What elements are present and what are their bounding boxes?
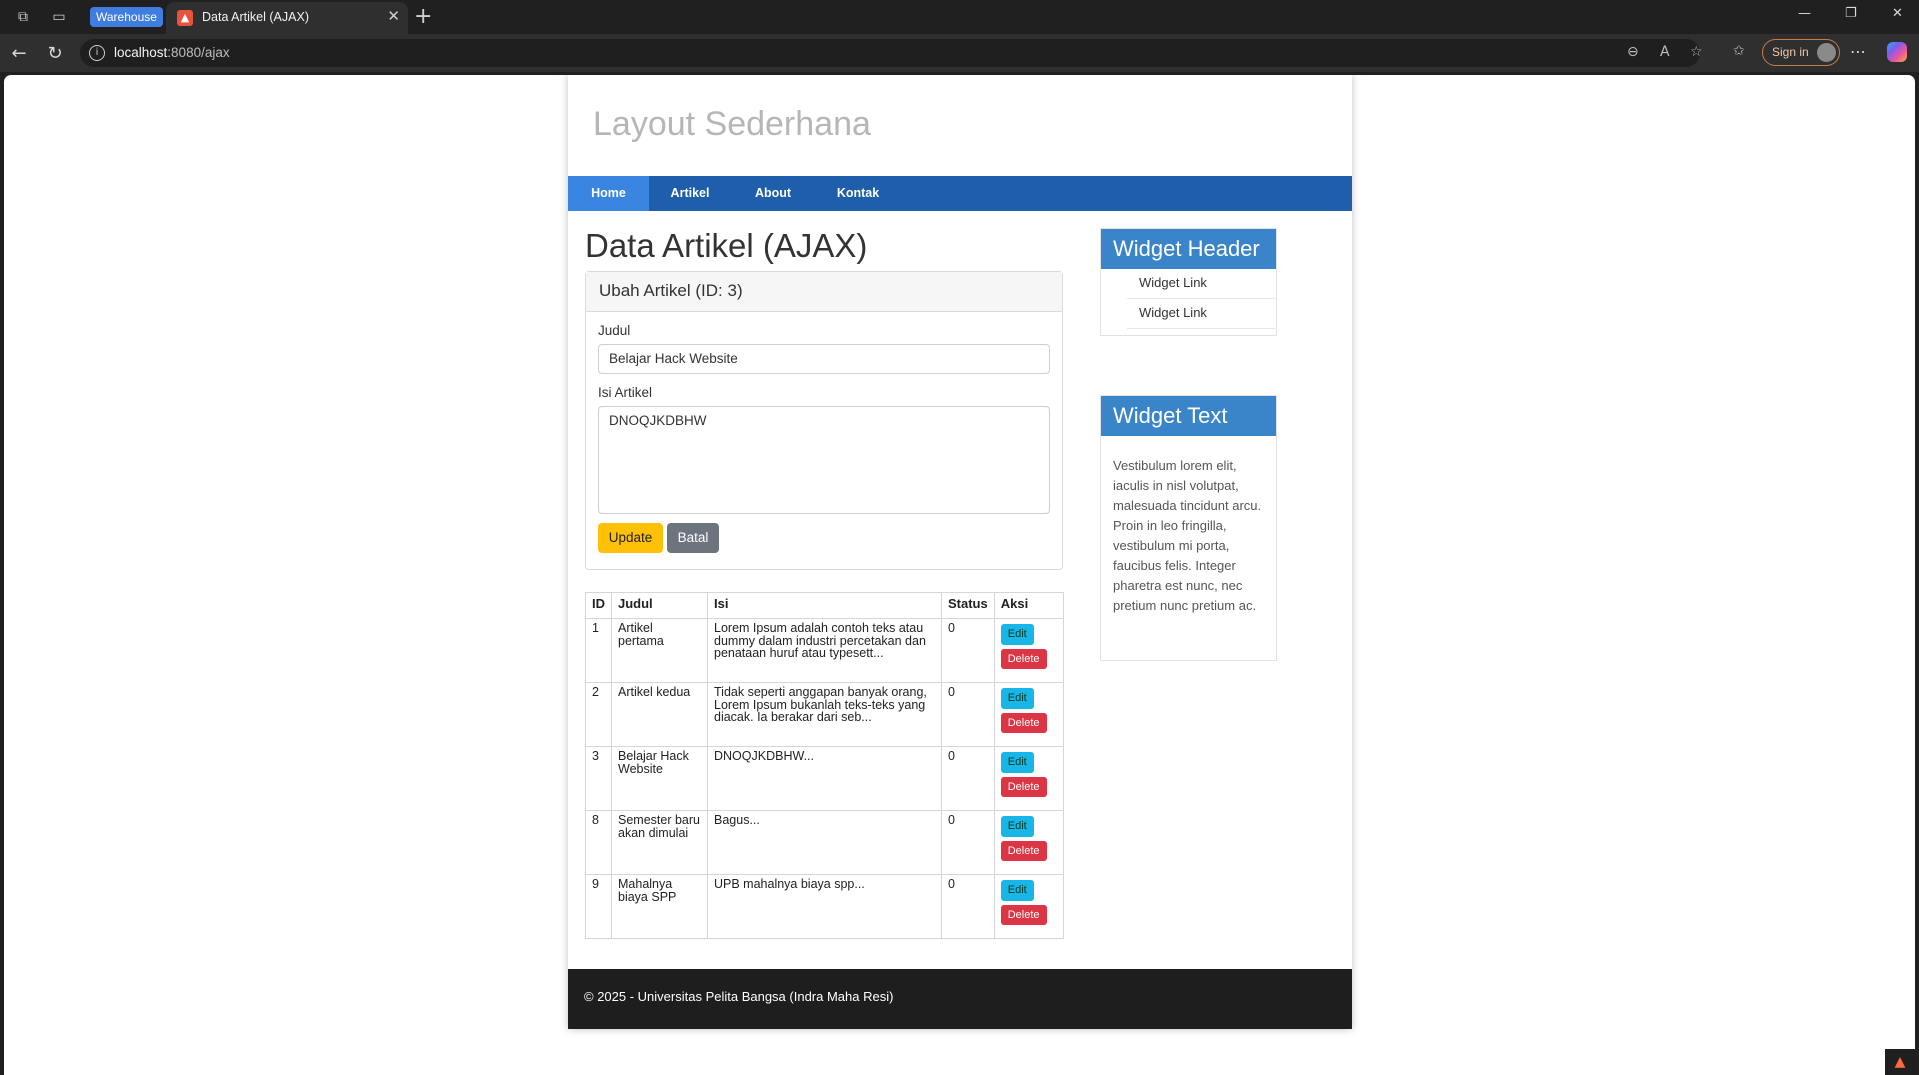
avatar-icon xyxy=(1817,43,1836,62)
article-table: ID Judul Isi Status Aksi 1 Artikel perta… xyxy=(585,592,1065,939)
judul-label: Judul xyxy=(598,323,631,338)
widget-text-box: Widget Text Vestibulum lorem elit, iacul… xyxy=(1100,395,1277,661)
edit-button[interactable]: Edit xyxy=(1000,816,1034,837)
cell-judul: Artikel pertama xyxy=(611,618,708,683)
cell-aksi: Edit Delete xyxy=(993,682,1065,747)
table-row: 2 Artikel kedua Tidak seperti anggapan b… xyxy=(585,682,1065,747)
col-judul-header: Judul xyxy=(611,592,708,619)
table-row: 8 Semester baru akan dimulai Bagus... 0 … xyxy=(585,810,1065,875)
site-title: Layout Sederhana xyxy=(593,105,871,143)
cell-isi: Lorem Ipsum adalah contoh teks atau dumm… xyxy=(707,618,942,683)
edit-article-card: Ubah Artikel (ID: 3) Judul Belajar Hack … xyxy=(585,271,1063,570)
judul-input[interactable]: Belajar Hack Website xyxy=(598,344,1050,374)
tab-actions-icon[interactable]: ▭ xyxy=(48,6,70,28)
url-text[interactable]: localhost:8080/ajax xyxy=(114,45,230,60)
tab-title: Data Artikel (AJAX) xyxy=(202,10,309,24)
cell-id: 1 xyxy=(585,618,612,683)
main-navbar: Home Artikel About Kontak xyxy=(568,176,1352,211)
isi-textarea[interactable]: DNOQJKDBHW xyxy=(598,406,1050,514)
minimize-icon[interactable]: — xyxy=(1798,6,1811,21)
page-heading: Data Artikel (AJAX) xyxy=(585,227,868,264)
cell-isi: Tidak seperti anggapan banyak orang, Lor… xyxy=(707,682,942,747)
cell-status: 0 xyxy=(941,618,995,683)
cell-id: 3 xyxy=(585,746,612,811)
browser-tab-active[interactable]: ▲ Data Artikel (AJAX) ✕ xyxy=(166,2,408,34)
close-tab-icon[interactable]: ✕ xyxy=(387,7,400,25)
zoom-icon[interactable]: ⊖ xyxy=(1627,44,1639,60)
card-title: Ubah Artikel (ID: 3) xyxy=(586,272,1062,312)
workspace-badge[interactable]: Warehouse xyxy=(90,7,163,27)
restore-icon[interactable]: ❐ xyxy=(1845,6,1857,21)
browser-toolbar: ← ↻ i localhost:8080/ajax ⊖ A ☆ ✩ Sign i… xyxy=(0,34,1919,72)
nav-about[interactable]: About xyxy=(731,176,815,211)
cancel-button[interactable]: Batal xyxy=(667,523,719,553)
col-id-header: ID xyxy=(585,592,612,619)
more-options-icon[interactable]: ⋯ xyxy=(1850,42,1866,61)
site-container: Layout Sederhana Home Artikel About Kont… xyxy=(568,75,1352,1029)
new-tab-icon[interactable]: + xyxy=(414,4,432,29)
page-viewport: Layout Sederhana Home Artikel About Kont… xyxy=(4,75,1915,1075)
browser-tabbar: ⧉ ▭ Warehouse ▲ Data Artikel (AJAX) ✕ + … xyxy=(0,0,1919,34)
page-corner-icon: ▲ xyxy=(1885,1049,1915,1075)
cell-judul: Artikel kedua xyxy=(611,682,708,747)
table-row: 3 Belajar Hack Website DNOQJKDBHW... 0 E… xyxy=(585,746,1065,811)
cell-status: 0 xyxy=(941,810,995,875)
cell-isi: DNOQJKDBHW... xyxy=(707,746,942,811)
workspaces-icon[interactable]: ⧉ xyxy=(12,6,34,28)
edit-button[interactable]: Edit xyxy=(1000,624,1034,645)
cell-aksi: Edit Delete xyxy=(993,746,1065,811)
cell-status: 0 xyxy=(941,746,995,811)
delete-button[interactable]: Delete xyxy=(1000,712,1047,733)
widget-header-title: Widget Header xyxy=(1101,229,1276,269)
widget-link[interactable]: Widget Link xyxy=(1127,269,1275,299)
cell-isi: Bagus... xyxy=(707,810,942,875)
cell-id: 9 xyxy=(585,874,612,939)
widget-text-body: Vestibulum lorem elit, iaculis in nisl v… xyxy=(1113,458,1262,613)
col-aksi-header: Aksi xyxy=(993,592,1065,619)
cell-aksi: Edit Delete xyxy=(993,618,1065,683)
nav-artikel[interactable]: Artikel xyxy=(649,176,731,211)
address-bar[interactable]: i localhost:8080/ajax ⊖ A ☆ xyxy=(80,39,1703,67)
site-favicon-icon: ▲ xyxy=(177,10,193,26)
delete-button[interactable]: Delete xyxy=(1000,648,1047,669)
delete-button[interactable]: Delete xyxy=(1000,776,1047,797)
nav-kontak[interactable]: Kontak xyxy=(815,176,901,211)
favorites-icon[interactable]: ✩ xyxy=(1733,43,1745,59)
edit-button[interactable]: Edit xyxy=(1000,688,1034,709)
isi-label: Isi Artikel xyxy=(598,385,653,400)
delete-button[interactable]: Delete xyxy=(1000,904,1047,925)
table-header-row: ID Judul Isi Status Aksi xyxy=(585,592,1065,619)
back-icon[interactable]: ← xyxy=(7,43,31,64)
edit-button[interactable]: Edit xyxy=(1000,752,1034,773)
cell-status: 0 xyxy=(941,874,995,939)
edit-button[interactable]: Edit xyxy=(1000,880,1034,901)
cell-judul: Mahalnya biaya SPP xyxy=(611,874,708,939)
delete-button[interactable]: Delete xyxy=(1000,840,1047,861)
col-isi-header: Isi xyxy=(707,592,942,619)
refresh-icon[interactable]: ↻ xyxy=(43,43,67,64)
close-window-icon[interactable]: ✕ xyxy=(1892,6,1903,21)
site-info-icon[interactable]: i xyxy=(89,45,105,61)
nav-home[interactable]: Home xyxy=(568,176,649,211)
widget-header-box: Widget Header Widget Link Widget Link xyxy=(1100,228,1277,336)
cell-status: 0 xyxy=(941,682,995,747)
cell-aksi: Edit Delete xyxy=(993,874,1065,939)
widget-link[interactable]: Widget Link xyxy=(1127,299,1275,329)
update-button[interactable]: Update xyxy=(598,523,663,553)
cell-id: 8 xyxy=(585,810,612,875)
cell-judul: Belajar Hack Website xyxy=(611,746,708,811)
cell-judul: Semester baru akan dimulai xyxy=(611,810,708,875)
cell-id: 2 xyxy=(585,682,612,747)
favorite-star-icon[interactable]: ☆ xyxy=(1690,44,1703,60)
cell-aksi: Edit Delete xyxy=(993,810,1065,875)
copilot-icon[interactable] xyxy=(1887,42,1907,62)
widget-text-title: Widget Text xyxy=(1101,396,1276,436)
site-footer: © 2025 - Universitas Pelita Bangsa (Indr… xyxy=(568,969,1352,1029)
table-row: 1 Artikel pertama Lorem Ipsum adalah con… xyxy=(585,618,1065,683)
col-status-header: Status xyxy=(941,592,995,619)
read-aloud-icon[interactable]: A xyxy=(1660,44,1670,60)
cell-isi: UPB mahalnya biaya spp... xyxy=(707,874,942,939)
table-row: 9 Mahalnya biaya SPP UPB mahalnya biaya … xyxy=(585,874,1065,939)
sign-in-button[interactable]: Sign in xyxy=(1762,39,1840,66)
